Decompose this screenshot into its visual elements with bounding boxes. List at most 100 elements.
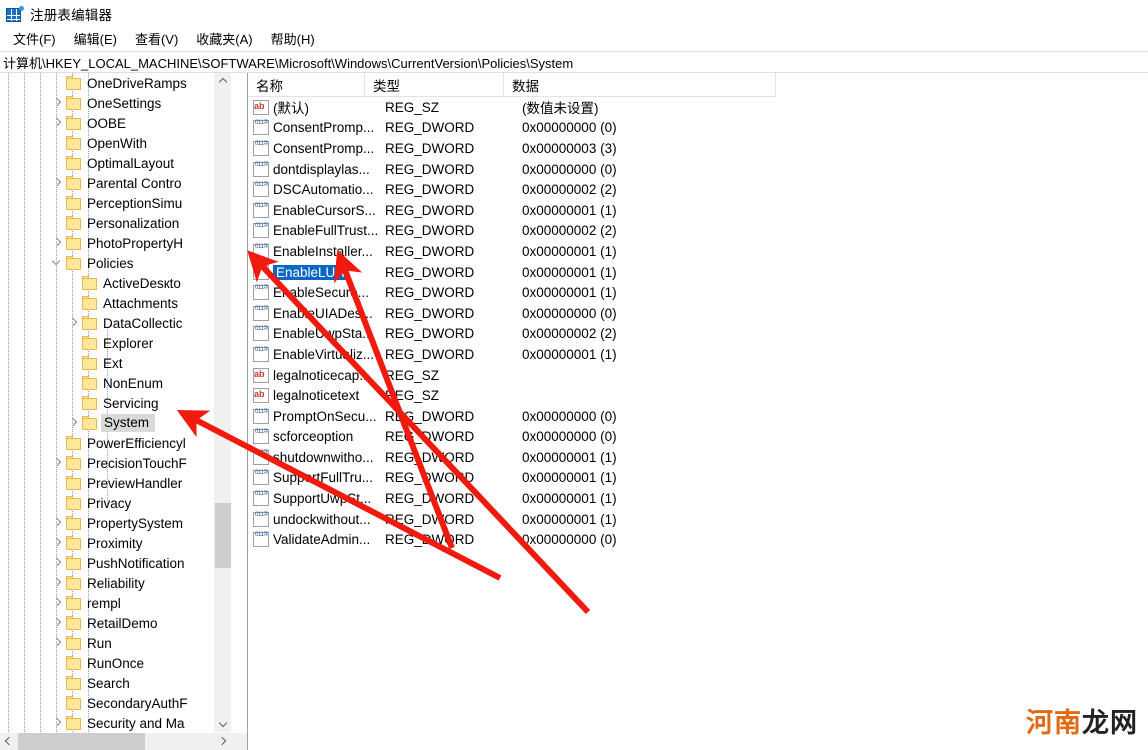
column-name[interactable]: 名称: [248, 73, 365, 96]
tree-item-run[interactable]: Run: [0, 633, 232, 653]
tree-item-optimallayout[interactable]: OptimalLayout: [0, 153, 232, 173]
chevron-right-icon[interactable]: [50, 553, 66, 573]
tree-item-privacy[interactable]: Privacy: [0, 493, 232, 513]
value-row[interactable]: EnableUwpSta... REG_DWORD 0x00000002 (2): [248, 324, 1148, 345]
value-row[interactable]: DSCAutomatio... REG_DWORD 0x00000002 (2): [248, 179, 1148, 200]
tree-vscroll-thumb[interactable]: [215, 503, 231, 568]
tree-item-onesettings[interactable]: OneSettings: [0, 93, 232, 113]
tree-scroll-down-button[interactable]: [215, 715, 231, 732]
tree-item-personalization[interactable]: Personalization: [0, 213, 232, 233]
value-row[interactable]: ConsentPromp... REG_DWORD 0x00000003 (3): [248, 138, 1148, 159]
chevron-right-icon[interactable]: [50, 93, 66, 113]
tree-item-secondaryauthf[interactable]: SecondaryAuthF: [0, 693, 232, 713]
value-row[interactable]: EnableFullTrust... REG_DWORD 0x00000002 (2…: [248, 221, 1148, 242]
tree-item-perceptionsimu[interactable]: PerceptionSimu: [0, 193, 232, 213]
folder-icon: [66, 696, 82, 710]
tree-item-security-and-ma[interactable]: Security and Ma: [0, 713, 232, 732]
chevron-right-icon[interactable]: [50, 173, 66, 193]
value-row[interactable]: PromptOnSecu... REG_DWORD 0x00000000 (0): [248, 406, 1148, 427]
value-row[interactable]: EnableCursorS... REG_DWORD 0x00000001 (1): [248, 200, 1148, 221]
menu-edit[interactable]: 编辑(E): [65, 27, 126, 51]
value-row[interactable]: (默认) REG_SZ (数值未设置): [248, 97, 1148, 118]
value-type: REG_DWORD: [385, 305, 475, 321]
chevron-right-icon[interactable]: [50, 453, 66, 473]
menu-help[interactable]: 帮助(H): [262, 27, 324, 51]
chevron-right-icon[interactable]: [50, 113, 66, 133]
chevron-right-icon[interactable]: [50, 633, 66, 653]
value-row[interactable]: dontdisplaylas... REG_DWORD 0x00000000 (0): [248, 159, 1148, 180]
tree-item-explorer[interactable]: Explorer: [0, 333, 232, 353]
tree-vertical-scrollbar[interactable]: [214, 73, 231, 732]
menu-view[interactable]: 查看(V): [126, 27, 187, 51]
value-name: EnableUwpSta...: [273, 326, 374, 342]
tree-item-label: OOBE: [87, 115, 127, 131]
chevron-right-icon[interactable]: [50, 573, 66, 593]
chevron-right-icon[interactable]: [66, 313, 82, 333]
tree-item-attachments[interactable]: Attachments: [0, 293, 232, 313]
chevron-down-icon[interactable]: [50, 253, 66, 273]
value-row[interactable]: ConsentPromp... REG_DWORD 0x00000000 (0): [248, 118, 1148, 139]
tree-item-onedriveramps[interactable]: OneDriveRamps: [0, 73, 232, 93]
tree-item-pushnotification[interactable]: PushNotification: [0, 553, 232, 573]
tree-item-proximity[interactable]: Proximity: [0, 533, 232, 553]
value-row[interactable]: scforceoption REG_DWORD 0x00000000 (0): [248, 427, 1148, 448]
tree-item-ext[interactable]: Ext: [0, 353, 232, 373]
watermark-part2: 龙网: [1082, 708, 1138, 739]
chevron-right-icon[interactable]: [50, 513, 66, 533]
chevron-right-icon[interactable]: [50, 613, 66, 633]
tree-item-propertysystem[interactable]: PropertySystem: [0, 513, 232, 533]
value-row[interactable]: SupportUwpSt... REG_DWORD 0x00000001 (1): [248, 488, 1148, 509]
chevron-right-icon[interactable]: [50, 233, 66, 253]
value-row[interactable]: EnableSecure... REG_DWORD 0x00000001 (1): [248, 282, 1148, 303]
tree-scroll-right-button[interactable]: [214, 733, 231, 750]
values-list[interactable]: (默认) REG_SZ (数值未设置) ConsentPromp... REG_DWOR…: [248, 97, 1148, 550]
value-row[interactable]: ValidateAdmin... REG_DWORD 0x00000000 (0): [248, 529, 1148, 550]
value-row[interactable]: EnableInstaller... REG_DWORD 0x00000001 (1…: [248, 241, 1148, 262]
chevron-right-icon[interactable]: [66, 413, 82, 433]
tree-hscroll-thumb[interactable]: [18, 733, 145, 750]
column-type[interactable]: 类型: [365, 73, 504, 96]
tree-item-parental-contro[interactable]: Parental Contro: [0, 173, 232, 193]
tree-item-search[interactable]: Search: [0, 673, 232, 693]
tree-item-precisiontouchf[interactable]: PrecisionTouchF: [0, 453, 232, 473]
tree-item-runonce[interactable]: RunOnce: [0, 653, 232, 673]
tree-item-activedes-to[interactable]: ActiveDesкto: [0, 273, 232, 293]
value-row[interactable]: legalnoticecap... REG_SZ: [248, 365, 1148, 386]
menu-file[interactable]: 文件(F): [4, 27, 65, 51]
tree-item-servicing[interactable]: Servicing: [0, 393, 232, 413]
tree-item-nonenum[interactable]: NonEnum: [0, 373, 232, 393]
folder-icon: [82, 276, 98, 290]
tree-item-system[interactable]: System: [0, 413, 232, 433]
chevron-right-icon[interactable]: [50, 533, 66, 553]
tree-item-oobe[interactable]: OOBE: [0, 113, 232, 133]
value-row[interactable]: legalnoticetext REG_SZ: [248, 385, 1148, 406]
tree-item-label: Explorer: [103, 335, 154, 351]
tree-item-retaildemo[interactable]: RetailDemo: [0, 613, 232, 633]
tree-item-reliability[interactable]: Reliability: [0, 573, 232, 593]
tree-item-photopropertyh[interactable]: PhotoPropertyH: [0, 233, 232, 253]
tree-item-powerefficiencyl[interactable]: PowerEfficiencyl: [0, 433, 232, 453]
value-row[interactable]: SupportFullTru... REG_DWORD 0x00000001 (1): [248, 468, 1148, 489]
tree-item-previewhandler[interactable]: PreviewHandler: [0, 473, 232, 493]
tree-item-datacollectic[interactable]: DataCollectic: [0, 313, 232, 333]
chevron-right-icon[interactable]: [50, 713, 66, 732]
value-row[interactable]: EnableVirtualiz... REG_DWORD 0x00000001 (1…: [248, 344, 1148, 365]
tree-item-policies[interactable]: Policies: [0, 253, 232, 273]
tree-scroll-up-button[interactable]: [215, 73, 231, 90]
menu-favorites[interactable]: 收藏夹(A): [187, 27, 261, 51]
value-row[interactable]: EnableLUA REG_DWORD 0x00000001 (1): [248, 262, 1148, 283]
string-value-icon: [253, 367, 269, 383]
registry-tree[interactable]: OneDriveRamps OneSettings OOBE OpenWith Opti…: [0, 73, 232, 732]
column-data[interactable]: 数据: [504, 73, 776, 96]
tree-item-rempl[interactable]: rempl: [0, 593, 232, 613]
tree-item-openwith[interactable]: OpenWith: [0, 133, 232, 153]
value-row[interactable]: EnableUIADes... REG_DWORD 0x00000000 (0): [248, 303, 1148, 324]
value-row[interactable]: undockwithout... REG_DWORD 0x00000001 (1): [248, 509, 1148, 530]
chevron-right-icon[interactable]: [50, 593, 66, 613]
address-bar[interactable]: 计算机\HKEY_LOCAL_MACHINE\SOFTWARE\Microsof…: [0, 51, 1148, 73]
tree-horizontal-scrollbar[interactable]: [0, 733, 247, 750]
value-row[interactable]: shutdownwitho... REG_DWORD 0x00000001 (1): [248, 447, 1148, 468]
tree-scroll-left-button[interactable]: [0, 733, 17, 750]
